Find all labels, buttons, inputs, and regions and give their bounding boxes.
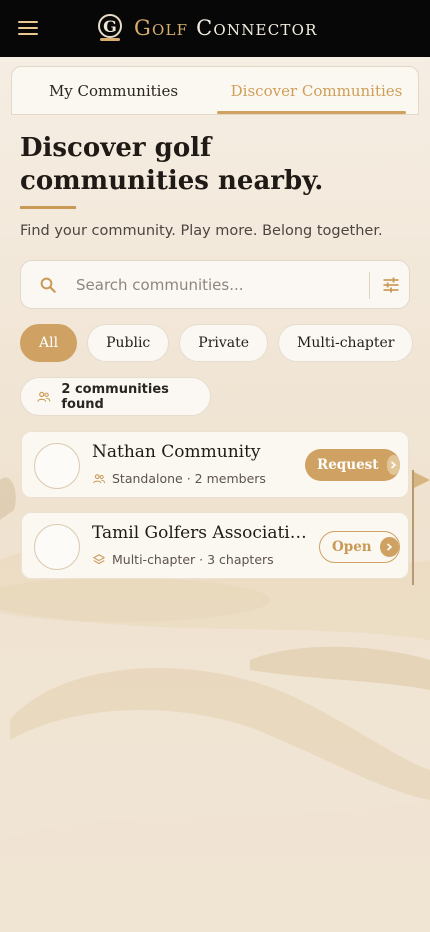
search-icon <box>40 277 56 293</box>
users-icon <box>37 391 51 402</box>
results-count-label: 2 communities found <box>61 381 169 412</box>
community-name: Nathan Community <box>92 442 261 462</box>
community-name: Tamil Golfers Association C... <box>92 523 314 543</box>
request-button[interactable]: Request <box>305 449 400 481</box>
request-button-label: Request <box>317 457 379 473</box>
filter-chip-all[interactable]: All <box>20 324 78 362</box>
community-card[interactable]: Nathan Community Standalone · 2 members … <box>21 431 409 498</box>
search-bar <box>20 260 410 309</box>
open-button-label: Open <box>332 539 372 555</box>
community-avatar <box>34 524 80 570</box>
results-count-badge: 2 communities found <box>20 377 211 416</box>
community-tabs: My Communities Discover Communities <box>11 66 419 115</box>
filter-chips: All Public Private Multi-chapter <box>20 324 414 362</box>
brand-title: Golf Connector <box>134 16 318 40</box>
filter-sliders-icon[interactable] <box>381 275 401 295</box>
brand-title-golf: Golf <box>134 16 189 40</box>
tab-discover-communities[interactable]: Discover Communities <box>215 67 418 114</box>
search-input[interactable] <box>76 271 366 299</box>
community-meta: Standalone · 2 members <box>92 471 266 486</box>
golf-connector-logo-icon: G <box>98 14 122 41</box>
title-underline <box>20 206 76 209</box>
page-tagline: Find your community. Play more. Belong t… <box>20 223 383 239</box>
golf-flag-icon <box>410 470 430 585</box>
chevron-right-icon <box>386 455 400 475</box>
app-header: G Golf Connector <box>0 0 430 57</box>
brand-title-connector: Connector <box>196 16 318 40</box>
brand[interactable]: G Golf Connector <box>96 12 318 44</box>
filter-chip-multi-chapter[interactable]: Multi-chapter <box>278 324 414 362</box>
community-meta-text: Standalone · 2 members <box>112 471 266 486</box>
layers-icon <box>93 553 105 564</box>
users-icon <box>93 473 106 483</box>
hamburger-menu-icon[interactable] <box>14 16 42 40</box>
community-avatar <box>34 443 80 489</box>
chevron-right-icon <box>379 537 399 557</box>
tab-my-communities[interactable]: My Communities <box>12 67 215 114</box>
filter-chip-private[interactable]: Private <box>179 324 269 362</box>
community-meta-text: Multi-chapter · 3 chapters <box>112 552 274 567</box>
filter-chip-public[interactable]: Public <box>87 324 170 362</box>
community-meta: Multi-chapter · 3 chapters <box>92 552 274 567</box>
page-title: Discover golf communities nearby. <box>20 133 324 196</box>
svg-text:G: G <box>103 17 117 36</box>
search-divider <box>369 272 370 299</box>
open-button[interactable]: Open <box>319 531 400 563</box>
community-card[interactable]: Tamil Golfers Association C... Multi-cha… <box>21 512 409 579</box>
